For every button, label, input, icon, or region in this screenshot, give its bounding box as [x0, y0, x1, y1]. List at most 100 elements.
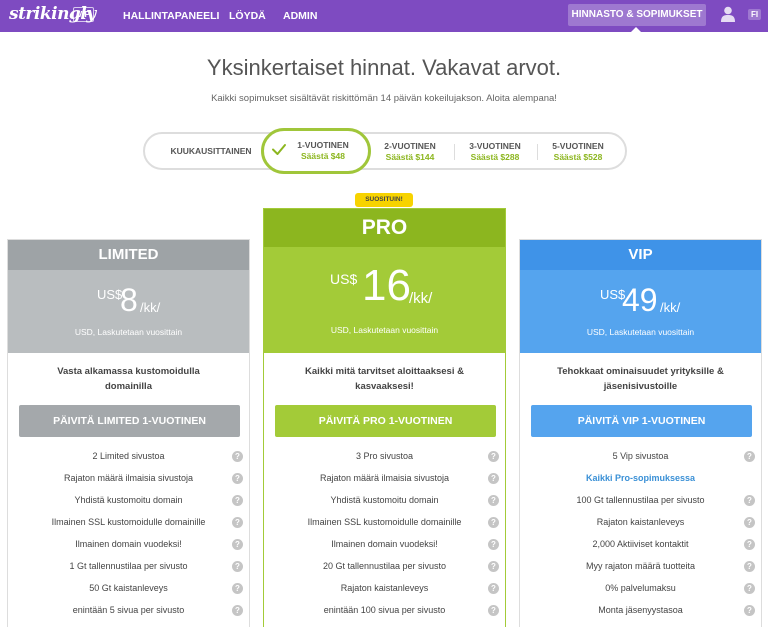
help-icon[interactable]: ? [232, 451, 243, 462]
plan-tagline: Vasta alkamassa kustomoidulla domainilla [57, 366, 200, 392]
feature-item: enintään 100 sivua per sivusto [323, 605, 446, 615]
help-icon[interactable]: ? [488, 517, 499, 528]
billing-5-year-save: Säästä $528 [553, 152, 603, 162]
feature-item: 5 Vip sivustoa [612, 451, 669, 461]
feature-item: 0% palvelumaksu [605, 583, 676, 593]
top-navbar: strikingly VIP HALLINTAPANEELI LÖYDÄ ADM… [0, 0, 768, 33]
price-amount: 49 [622, 282, 658, 318]
nav-dashboard-link[interactable]: HALLINTAPANEELI [123, 10, 219, 22]
help-icon[interactable]: ? [232, 605, 243, 616]
billing-5-year[interactable]: 5-VUOTINEN Säästä $528 [538, 134, 618, 168]
help-icon[interactable]: ? [232, 539, 243, 550]
feature-item: Ilmainen domain vuodeksi! [331, 539, 438, 549]
help-icon[interactable]: ? [488, 583, 499, 594]
price-amount: 16 [362, 261, 411, 310]
vip-tag: VIP [73, 7, 94, 22]
feature-item: Rajaton määrä ilmaisia sivustoja [63, 473, 194, 483]
plan-price-box: US$ 49 /kk/ USD, Laskutetaan vuosittain [520, 270, 761, 353]
help-icon[interactable]: ? [232, 517, 243, 528]
page-title: Yksinkertaiset hinnat. Vakavat arvot. [206, 55, 562, 80]
help-icon[interactable]: ? [232, 561, 243, 572]
feature-item: Ilmainen domain vuodeksi! [75, 539, 182, 549]
price-unit: /kk/ [409, 290, 433, 307]
feature-item: 20 Gt tallennustilaa per sivusto [322, 561, 447, 571]
billing-3-year-label: 3-VUOTINEN [469, 141, 521, 151]
feature-item: Rajaton määrä ilmaisia sivustoja [319, 473, 450, 483]
upgrade-limited-button[interactable]: PÄIVITÄ LIMITED 1-VUOTINEN [19, 405, 240, 437]
plan-card-limited: LIMITED US$ 8 /kk/ USD, Laskutetaan vuos… [7, 239, 250, 627]
help-icon[interactable]: ? [488, 539, 499, 550]
popular-badge: SUOSITUIN! [355, 193, 413, 207]
feature-item: enintään 5 sivua per sivusto [72, 605, 185, 615]
billing-3-year-save: Säästä $288 [470, 152, 520, 162]
price-unit: /kk/ [140, 300, 161, 315]
help-icon[interactable]: ? [744, 583, 755, 594]
help-icon[interactable]: ? [744, 605, 755, 616]
nav-pricing-link[interactable]: HINNASTO & SOPIMUKSET [568, 4, 706, 26]
billing-1-year-save: Säästä $48 [301, 151, 345, 161]
help-icon[interactable]: ? [488, 561, 499, 572]
feature-item: Yhdistä kustomoitu domain [330, 495, 439, 505]
billing-monthly-label: KUUKAUSITTAINEN [170, 146, 252, 156]
price-note: USD, Laskutetaan vuosittain [586, 327, 695, 337]
user-icon[interactable] [721, 6, 735, 22]
upgrade-pro-button[interactable]: PÄIVITÄ PRO 1-VUOTINEN [275, 405, 496, 437]
help-icon[interactable]: ? [488, 451, 499, 462]
help-icon[interactable]: ? [232, 473, 243, 484]
nav-discover-link[interactable]: LÖYDÄ [229, 10, 266, 22]
plan-price-box: US$ 16 /kk/ USD, Laskutetaan vuosittain [264, 247, 505, 353]
billing-2-year[interactable]: 2-VUOTINEN Säästä $144 [370, 134, 450, 168]
plan-name: VIP [520, 240, 761, 270]
plan-name: PRO [264, 209, 505, 247]
feature-item: Monta jäsenyystasoa [598, 605, 683, 615]
help-icon[interactable]: ? [488, 605, 499, 616]
feature-item: Yhdistä kustomoitu domain [74, 495, 183, 505]
upgrade-vip-button[interactable]: PÄIVITÄ VIP 1-VUOTINEN [531, 405, 752, 437]
plan-tagline: Kaikki mitä tarvitset aloittaaksesi & ka… [305, 366, 464, 392]
price-note: USD, Laskutetaan vuosittain [330, 325, 439, 335]
price-currency: US$ [330, 271, 358, 287]
billing-period-switcher: KUUKAUSITTAINEN 2-VUOTINEN Säästä $144 3… [143, 132, 627, 170]
language-selector[interactable]: FI [748, 9, 762, 20]
help-icon[interactable]: ? [744, 451, 755, 462]
help-icon[interactable]: ? [232, 495, 243, 506]
feature-item: Rajaton kaistanleveys [596, 517, 685, 527]
feature-item: 3 Pro sivustoa [355, 451, 414, 461]
billing-2-year-label: 2-VUOTINEN [384, 141, 436, 151]
feature-item: 50 Gt kaistanleveys [89, 583, 168, 593]
help-icon[interactable]: ? [488, 473, 499, 484]
nav-active-caret [630, 27, 642, 33]
feature-item: Myy rajaton määrä tuotteita [585, 561, 696, 571]
nav-admin-link[interactable]: ADMIN [283, 10, 317, 22]
help-icon[interactable]: ? [744, 539, 755, 550]
feature-item: Ilmainen SSL kustomoidulle domainille [51, 517, 206, 527]
billing-2-year-save: Säästä $144 [385, 152, 435, 162]
feature-item-pro-link[interactable]: Kaikki Pro-sopimuksessa [520, 473, 761, 483]
billing-1-year-text: 1-VUOTINEN Säästä $48 [288, 131, 358, 165]
billing-3-year[interactable]: 3-VUOTINEN Säästä $288 [455, 134, 535, 168]
price-amount: 8 [120, 282, 138, 318]
page-subtitle: Kaikki sopimukset sisältävät riskittömän… [211, 93, 557, 104]
price-note: USD, Laskutetaan vuosittain [74, 327, 183, 337]
feature-item: 100 Gt tallennustilaa per sivusto [576, 495, 705, 505]
price-currency: US$ [97, 287, 123, 302]
feature-item: 2 Limited sivustoa [92, 451, 165, 461]
plan-card-vip: VIP US$ 49 /kk/ USD, Laskutetaan vuositt… [519, 239, 762, 627]
plan-tagline: Tehokkaat ominaisuudet yrityksille & jäs… [557, 366, 724, 392]
feature-item: Ilmainen SSL kustomoidulle domainille [307, 517, 462, 527]
billing-monthly[interactable]: KUUKAUSITTAINEN [145, 134, 277, 168]
price-unit: /kk/ [660, 300, 681, 315]
help-icon[interactable]: ? [744, 561, 755, 572]
check-icon [272, 144, 286, 155]
feature-item: Rajaton kaistanleveys [340, 583, 429, 593]
plan-name: LIMITED [8, 240, 249, 270]
help-icon[interactable]: ? [232, 583, 243, 594]
help-icon[interactable]: ? [488, 495, 499, 506]
plan-price-box: US$ 8 /kk/ USD, Laskutetaan vuosittain [8, 270, 249, 353]
plan-card-pro: PRO US$ 16 /kk/ USD, Laskutetaan vuositt… [263, 208, 506, 627]
help-icon[interactable]: ? [744, 517, 755, 528]
billing-1-year-label: 1-VUOTINEN [297, 140, 349, 150]
help-icon[interactable]: ? [744, 495, 755, 506]
feature-item: 1 Gt tallennustilaa per sivusto [69, 561, 188, 571]
billing-5-year-label: 5-VUOTINEN [552, 141, 604, 151]
